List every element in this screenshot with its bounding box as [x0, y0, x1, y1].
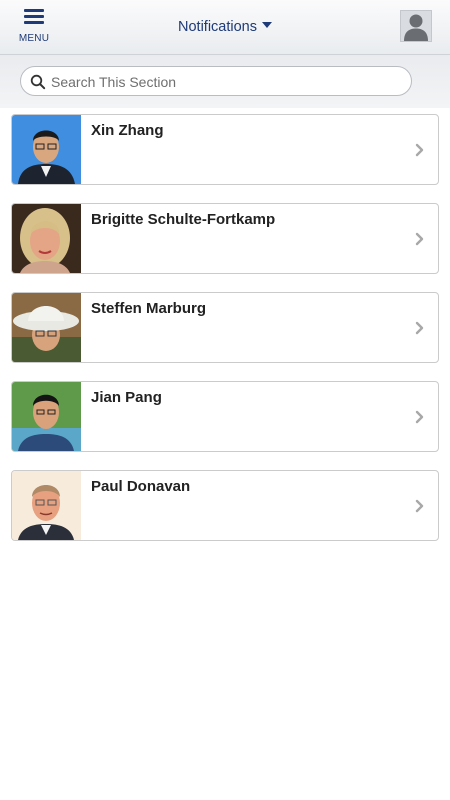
page-title: Notifications	[178, 19, 257, 35]
list-item-person[interactable]: Paul Donavan	[11, 470, 439, 541]
list-item-person[interactable]: Steffen Marburg	[11, 292, 439, 363]
list-item-person[interactable]: Brigitte Schulte-Fortkamp	[11, 203, 439, 274]
search-input[interactable]	[49, 67, 403, 97]
section-title-dropdown[interactable]: Notifications	[0, 19, 450, 35]
chevron-right-icon	[415, 143, 424, 157]
person-name: Xin Zhang	[91, 122, 164, 139]
app-header: MENU Notifications	[0, 0, 450, 55]
person-photo	[12, 293, 81, 362]
person-name: Steffen Marburg	[91, 300, 207, 317]
profile-button[interactable]	[400, 10, 432, 42]
chevron-right-icon	[415, 321, 424, 335]
person-name: Jian Pang	[91, 389, 162, 406]
people-list: Xin Zhang Brigitte Schulte-Fortkamp Stef…	[11, 114, 439, 559]
search-bar	[0, 55, 450, 108]
person-photo	[12, 204, 81, 273]
person-name: Brigitte Schulte-Fortkamp	[91, 211, 276, 228]
person-photo	[12, 382, 81, 451]
caret-down-icon	[261, 22, 272, 28]
person-photo	[12, 115, 81, 184]
user-silhouette-icon	[404, 14, 428, 41]
search-field[interactable]	[20, 66, 412, 97]
person-name: Paul Donavan	[91, 478, 191, 495]
list-item-person[interactable]: Jian Pang	[11, 381, 439, 452]
search-icon	[30, 74, 46, 90]
chevron-right-icon	[415, 232, 424, 246]
chevron-right-icon	[415, 410, 424, 424]
chevron-right-icon	[415, 499, 424, 513]
person-photo	[12, 471, 81, 540]
list-item-person[interactable]: Xin Zhang	[11, 114, 439, 185]
